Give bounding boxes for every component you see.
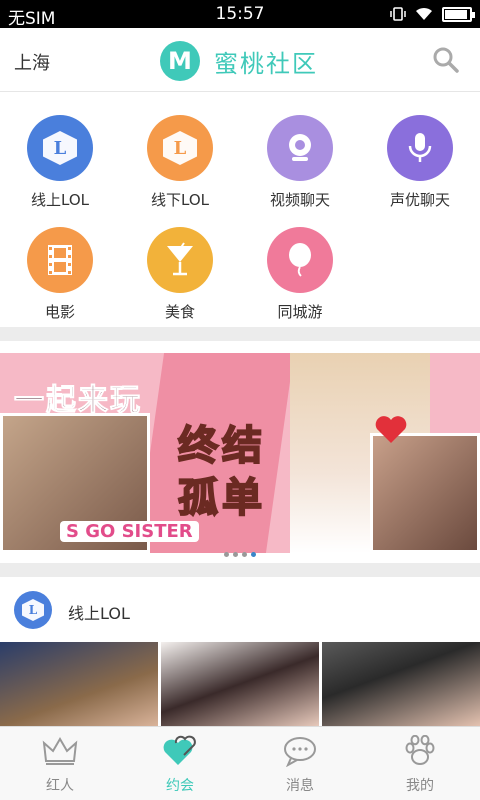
app-logo: M xyxy=(160,41,200,81)
crown-icon xyxy=(42,737,78,765)
category-food[interactable]: 美食 xyxy=(120,227,240,327)
chat-bubble-icon xyxy=(284,737,316,768)
category-icon-bg xyxy=(267,115,333,181)
app-header: 上海 M 蜜桃社区 xyxy=(0,28,480,92)
category-movie[interactable]: 电影 xyxy=(0,227,120,327)
carousel-dot[interactable] xyxy=(224,552,229,557)
wifi-icon xyxy=(416,7,432,20)
section-icon: L xyxy=(14,591,52,629)
status-bar: 无SIM 15:57 xyxy=(0,0,480,29)
divider xyxy=(0,327,480,341)
tab-profile[interactable]: 我的 xyxy=(360,727,480,800)
category-label: 线下LOL xyxy=(151,191,209,209)
category-icon-bg: L xyxy=(27,115,93,181)
paw-icon xyxy=(405,734,435,765)
banner-headline: 孤单 xyxy=(177,474,266,522)
lol-icon: L xyxy=(22,599,44,621)
battery-icon xyxy=(442,6,475,22)
category-label: 视频聊天 xyxy=(269,191,330,209)
category-video-chat[interactable]: 视频聊天 xyxy=(240,115,360,215)
banner-slogan: 一起来玩 xyxy=(14,383,142,419)
category-label: 声优聊天 xyxy=(389,191,450,209)
promo-banner[interactable]: 一起来玩 终结 孤单 S GO SISTER xyxy=(0,353,480,553)
lol-icon: L xyxy=(163,131,197,165)
category-label: 同城游 xyxy=(277,303,323,321)
carousel-dot[interactable] xyxy=(242,552,247,557)
microphone-icon xyxy=(408,133,432,162)
divider xyxy=(0,563,480,577)
banner-badge: S GO SISTER xyxy=(60,521,199,542)
profile-photo-row xyxy=(0,642,480,726)
carousel-indicator xyxy=(0,552,480,557)
category-icon-bg xyxy=(27,227,93,293)
status-icons xyxy=(390,6,475,22)
category-icon-bg xyxy=(387,115,453,181)
profile-photo[interactable] xyxy=(161,642,319,726)
category-label: 线上LOL xyxy=(31,191,89,209)
category-local-travel[interactable]: 同城游 xyxy=(240,227,360,327)
banner-photo xyxy=(370,433,480,553)
tab-dating[interactable]: 约会 xyxy=(120,727,240,800)
carousel-dot[interactable] xyxy=(251,552,256,557)
profile-photo[interactable] xyxy=(0,642,158,726)
search-icon[interactable] xyxy=(432,46,460,74)
category-label: 美食 xyxy=(164,303,195,321)
tab-label: 消息 xyxy=(286,778,314,794)
tab-label: 红人 xyxy=(46,778,74,794)
category-icon-bg xyxy=(267,227,333,293)
tab-label: 我的 xyxy=(406,778,434,794)
film-icon xyxy=(48,245,72,275)
category-icon-bg xyxy=(147,227,213,293)
page-title: 蜜桃社区 xyxy=(214,50,318,78)
bottom-tab-bar: 红人 约会 消息 我的 xyxy=(0,726,480,800)
category-icon-bg: L xyxy=(147,115,213,181)
section-header[interactable]: L 线上LOL xyxy=(0,577,480,643)
cocktail-icon xyxy=(167,242,193,276)
webcam-icon xyxy=(289,134,311,161)
tab-messages[interactable]: 消息 xyxy=(240,727,360,800)
category-grid: L 线上LOL L 线下LOL 视频聊天 声优聊天 电影 美食 同城游 xyxy=(0,93,480,327)
category-label: 电影 xyxy=(44,303,75,321)
carousel-dot[interactable] xyxy=(233,552,238,557)
city-selector[interactable]: 上海 xyxy=(14,49,50,75)
tab-label: 约会 xyxy=(166,778,194,794)
banner-headline: 终结 xyxy=(177,422,266,470)
section-title: 线上LOL xyxy=(68,604,130,623)
category-voice-chat[interactable]: 声优聊天 xyxy=(360,115,480,215)
tab-influencers[interactable]: 红人 xyxy=(0,727,120,800)
lol-icon: L xyxy=(43,131,77,165)
balloon-icon xyxy=(289,243,311,277)
category-offline-lol[interactable]: L 线下LOL xyxy=(120,115,240,215)
category-online-lol[interactable]: L 线上LOL xyxy=(0,115,120,215)
profile-photo[interactable] xyxy=(322,642,480,726)
hearts-icon xyxy=(163,735,196,765)
heart-icon xyxy=(375,416,407,443)
vibrate-icon xyxy=(390,7,406,21)
